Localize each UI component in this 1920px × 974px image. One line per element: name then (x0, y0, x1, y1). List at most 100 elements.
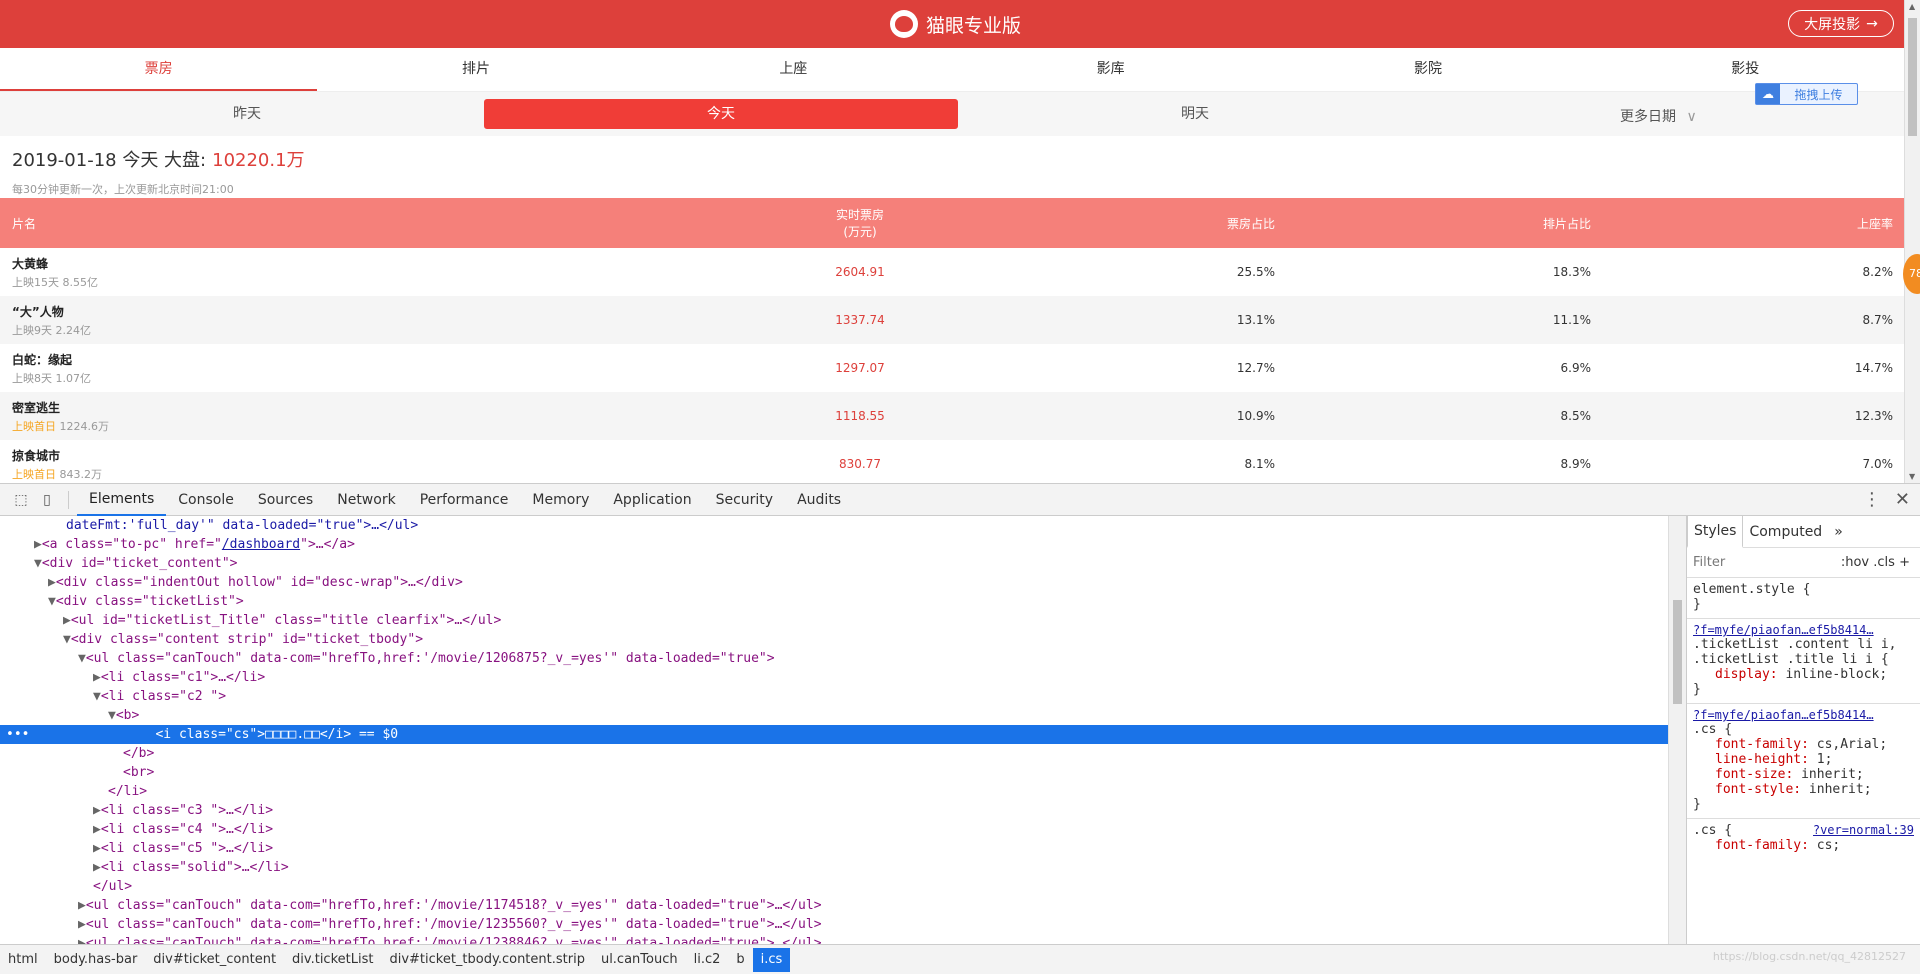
tab-film-library[interactable]: 影库 (952, 48, 1269, 91)
table-row[interactable]: 密室逃生 上映首日 1224.6万 1118.55 10.9% 8.5% 12.3… (0, 392, 1904, 440)
dom-node[interactable]: ▼<div id="ticket_content"> (0, 554, 1668, 573)
dom-node[interactable]: dateFmt:'full_day'" data-loaded="true">…… (0, 516, 1668, 535)
tab-network[interactable]: Network (325, 485, 407, 515)
style-rule: ?f=myfe/piaofan…ef5b8414… .ticketList .c… (1687, 619, 1920, 704)
movie-seat-rate: 12.3% (1854, 409, 1893, 423)
breadcrumb-item[interactable]: div.ticketList (284, 948, 381, 972)
style-declaration[interactable]: font-size: inherit; (1693, 767, 1914, 782)
dom-node[interactable]: ▶<ul class="canTouch" data-com="hrefTo,h… (0, 934, 1668, 944)
dom-node[interactable]: ▶<div class="indentOut hollow" id="desc-… (0, 573, 1668, 592)
tab-security[interactable]: Security (704, 485, 786, 515)
tab-memory[interactable]: Memory (520, 485, 601, 515)
dom-node[interactable]: ▶<ul class="canTouch" data-com="hrefTo,h… (0, 896, 1668, 915)
elements-scrollbar[interactable] (1668, 516, 1686, 944)
dom-node[interactable]: </li> (0, 782, 1668, 801)
more-options-icon[interactable]: ⋮ (1863, 489, 1881, 510)
tab-attendance[interactable]: 上座 (635, 48, 952, 91)
dom-node[interactable]: ▶<li class="solid">…</li> (0, 858, 1668, 877)
breadcrumb-item[interactable]: b (728, 948, 752, 972)
style-source-link[interactable]: ?f=myfe/piaofan…ef5b8414… (1693, 708, 1914, 722)
dom-node[interactable]: ▶<li class="c4 ">…</li> (0, 820, 1668, 839)
scroll-up-icon[interactable]: ▲ (1909, 2, 1915, 11)
style-declaration[interactable]: font-family: cs; (1693, 838, 1914, 853)
tab-computed[interactable]: Computed (1743, 517, 1828, 547)
elements-scroll-thumb[interactable] (1673, 600, 1682, 704)
breadcrumb-item[interactable]: li.c2 (686, 948, 729, 972)
breadcrumb-item-active[interactable]: i.cs (752, 948, 791, 972)
movie-name: 密室逃生 (12, 400, 61, 415)
date-yesterday[interactable]: 昨天 (10, 99, 484, 129)
tab-box-office[interactable]: 票房 (0, 48, 318, 91)
hov-toggle[interactable]: :hov (1841, 555, 1869, 570)
style-source-link[interactable]: ?ver=normal:39 (1813, 823, 1914, 838)
breadcrumb-item[interactable]: html (0, 948, 46, 972)
tab-elements[interactable]: Elements (77, 484, 167, 516)
date-tomorrow[interactable]: 明天 (958, 99, 1432, 129)
style-source-link[interactable]: ?f=myfe/piaofan…ef5b8414… (1693, 623, 1914, 637)
tab-cinemas[interactable]: 影院 (1269, 48, 1586, 91)
style-declaration[interactable]: display: inline-block; (1693, 667, 1914, 682)
element-style-selector: element.style { (1693, 582, 1811, 597)
breadcrumb-item[interactable]: body.has-bar (46, 948, 146, 972)
big-screen-button[interactable]: 大屏投影 → (1788, 10, 1894, 37)
breadcrumb-item[interactable]: ul.canTouch (593, 948, 686, 972)
table-row[interactable]: 白蛇：缘起 上映8天 1.07亿 1297.07 12.7% 6.9% 14.7% (0, 344, 1904, 392)
tab-application[interactable]: Application (601, 485, 703, 515)
styles-filter[interactable]: Filter :hov .cls + (1687, 548, 1920, 578)
tab-schedule[interactable]: 排片 (317, 48, 634, 91)
table-row[interactable]: “大”人物 上映9天 2.24亿 1337.74 13.1% 11.1% 8.7% (0, 296, 1904, 344)
dom-node[interactable]: </b> (0, 744, 1668, 763)
dom-node[interactable]: ▶<ul class="canTouch" data-com="hrefTo,h… (0, 915, 1668, 934)
scroll-down-icon[interactable]: ▼ (1909, 472, 1915, 481)
inspect-element-icon[interactable]: ⬚ (8, 487, 34, 513)
dom-node[interactable]: ▼<div class="content strip" id="ticket_t… (0, 630, 1668, 649)
big-screen-label: 大屏投影 (1804, 16, 1861, 33)
dom-node[interactable]: ▶<li class="c5 ">…</li> (0, 839, 1668, 858)
dom-node[interactable]: ▼<ul class="canTouch" data-com="hrefTo,h… (0, 649, 1668, 668)
device-toolbar-icon[interactable]: ▯ (34, 487, 60, 513)
dom-node[interactable]: </ul> (0, 877, 1668, 896)
tab-styles[interactable]: Styles (1687, 516, 1744, 548)
dom-node[interactable]: ▶<li class="c1">…</li> (0, 668, 1668, 687)
dom-node[interactable]: ▼<li class="c2 "> (0, 687, 1668, 706)
page-scrollbar[interactable]: ▲ ▼ (1904, 0, 1920, 483)
style-declaration[interactable]: font-family: cs,Arial; (1693, 737, 1914, 752)
dom-node[interactable]: ▼<b> (0, 706, 1668, 725)
selected-dom-node[interactable]: ••• <i class="cs">□□□□.□□</i> == $0 (0, 725, 1668, 744)
breadcrumb-item[interactable]: div#ticket_tbody.content.strip (381, 948, 592, 972)
movie-box: 1297.07 (835, 361, 885, 375)
browser-viewport: 猫眼专业版 大屏投影 → 票房 排片 上座 影库 影院 影投 昨天 今天 明天 (0, 0, 1920, 483)
summary-date: 2019-01-18 今天 大盘: (12, 150, 207, 171)
breadcrumb-item[interactable]: div#ticket_content (145, 948, 284, 972)
close-icon[interactable]: ✕ (1895, 489, 1910, 510)
tab-performance[interactable]: Performance (408, 485, 521, 515)
table-row[interactable]: 掠食城市 上映首日 843.2万 830.77 8.1% 8.9% 7.0% (0, 440, 1904, 483)
table-header: 片名 实时票房 (万元) 票房占比 排片占比 上座率 (0, 198, 1904, 248)
app-header: 猫眼专业版 大屏投影 → (0, 0, 1904, 48)
logo[interactable]: 猫眼专业版 (890, 10, 1021, 38)
tab-audits[interactable]: Audits (785, 485, 853, 515)
style-declaration[interactable]: line-height: 1; (1693, 752, 1914, 767)
movie-seat-rate: 8.7% (1862, 313, 1894, 327)
header-seat-rate: 上座率 (1856, 216, 1893, 231)
dom-node[interactable]: ▼<div class="ticketList"> (0, 592, 1668, 611)
cls-toggle[interactable]: .cls (1873, 555, 1895, 570)
plus-icon[interactable]: + (1899, 555, 1910, 570)
dom-node[interactable]: ▶<ul id="ticketList_Title" class="title … (0, 611, 1668, 630)
style-selector: .cs { (1693, 722, 1733, 737)
tab-console[interactable]: Console (166, 485, 246, 515)
dom-node[interactable]: <br> (0, 763, 1668, 782)
movie-box: 830.77 (839, 457, 881, 471)
dom-node[interactable]: ▶<a class="to-pc" href="/dashboard">…</a… (0, 535, 1668, 554)
more-dates-dropdown[interactable]: 更多日期 ∨ (1620, 106, 1697, 126)
style-declaration[interactable]: font-style: inherit; (1693, 782, 1914, 797)
arrow-right-icon: → (1866, 15, 1878, 32)
style-rule: ?f=myfe/piaofan…ef5b8414… .cs { font-fam… (1687, 704, 1920, 819)
dom-node[interactable]: ▶<li class="c3 ">…</li> (0, 801, 1668, 820)
page-scroll-thumb[interactable] (1908, 18, 1917, 136)
drag-upload-button[interactable]: ☁ 拖拽上传 (1755, 83, 1858, 105)
chevron-double-right-icon[interactable]: » (1828, 517, 1849, 547)
table-row[interactable]: 大黄蜂 上映15天 8.55亿 2604.91 25.5% 18.3% 8.2% (0, 248, 1904, 296)
tab-sources[interactable]: Sources (246, 485, 325, 515)
date-today[interactable]: 今天 (484, 99, 958, 129)
